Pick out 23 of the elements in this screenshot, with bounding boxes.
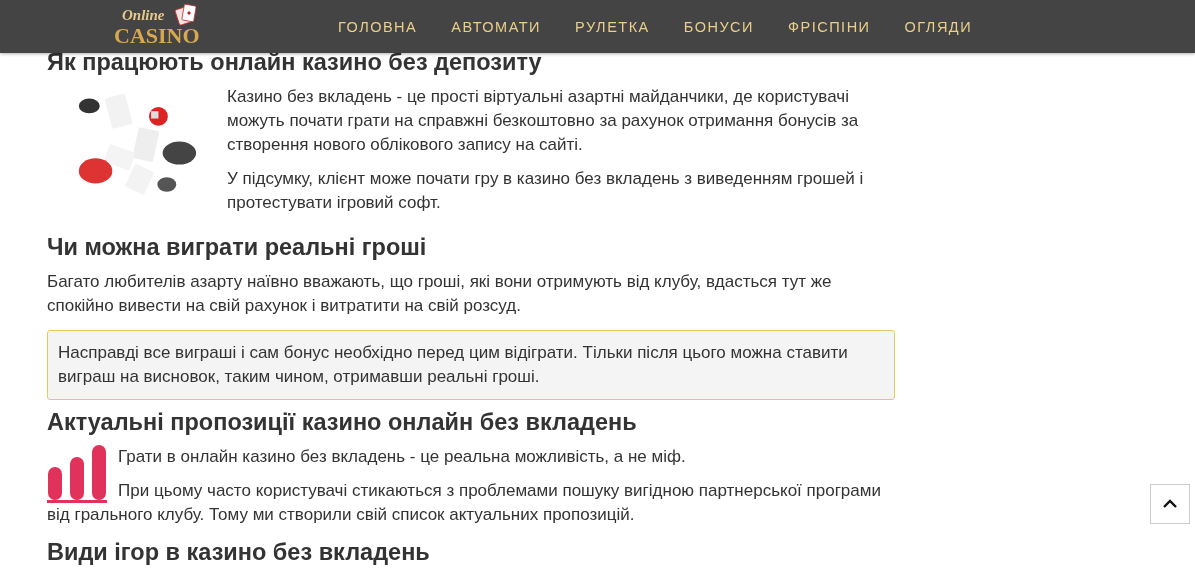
nav-link[interactable]: БОНУСИ: [666, 18, 771, 35]
nav-link[interactable]: ФРІСПІНИ: [771, 18, 888, 35]
paragraph: У підсумку, клієнт може почати гру в казино без вкладень з виведенням грошей і протестувати ігровий софт.: [227, 168, 865, 214]
nav-link[interactable]: ОГЛЯДИ: [887, 18, 990, 35]
section-heading: Як працюють онлайн казино без депозиту: [47, 48, 543, 77]
paragraph: Казино без вкладень - це прості віртуальні азартні майданчики, де користувачі можуть почати грати на справжні безкоштовно за рахунок отримання бонусів за створення нового облікового запису на сайті.: [227, 86, 860, 156]
paragraph: При цьому часто користувачі стикаються з проблемами пошуку вигідною партнерської програми від грального клубу. Тому ми створили свій список актуальних пропозицій.: [47, 480, 882, 526]
logo-text: Online: [122, 6, 165, 24]
paragraph: Грати в онлайн казино без вкладень - це реальна можливість, а не міф.: [118, 446, 687, 468]
nav-link[interactable]: АВТОМАТИ: [434, 18, 559, 35]
nav-link[interactable]: ГОЛОВНА: [321, 18, 435, 35]
section-heading: Чи можна виграти реальні гроші: [47, 233, 428, 262]
section-heading: Актуальні пропозиції казино онлайн без вкладень: [47, 408, 638, 437]
callout-box: Насправді все виграші і сам бонус необхідно перед цим відіграти. Тільки після цього можна ставити виграш на висновок, таким чином, отримавши реальні гроші.: [47, 330, 895, 400]
scroll-to-top-button[interactable]: [1150, 484, 1190, 524]
section-heading: Види ігор в казино без вкладень: [47, 538, 431, 567]
paragraph: Багато любителів азарту наївно вважають, що гроші, які вони отримують від клубу, вдасться тут же спокійно вивести на свій рахунок і витратити на свій розсуд.: [47, 271, 833, 317]
logo-title: CASINO: [114, 22, 200, 49]
chevron-up-icon: [1162, 499, 1178, 509]
nav-link[interactable]: РУЛЕТКА: [558, 18, 667, 35]
playing-cards-icon: [174, 3, 198, 26]
bar-chart-icon: [47, 445, 107, 503]
logo[interactable]: Online CASINO: [112, 2, 204, 51]
